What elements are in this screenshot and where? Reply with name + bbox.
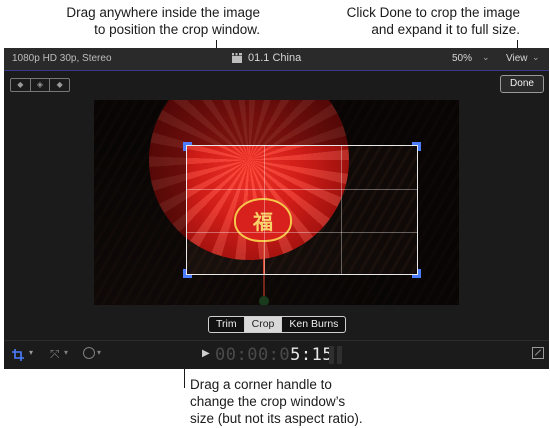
- format-info: 1080p HD 30p, Stereo: [12, 53, 112, 64]
- next-keyframe-button[interactable]: ◆: [49, 79, 69, 91]
- viewer-top-bar: 1080p HD 30p, Stereo 01.1 China 50% ⌄ Vi…: [4, 48, 549, 71]
- chevron-down-icon[interactable]: ▾: [97, 348, 101, 357]
- crop-tool-icon[interactable]: [12, 349, 24, 361]
- mode-ken-burns[interactable]: Ken Burns: [281, 317, 345, 332]
- callout-done-line2: and expand it to full size.: [371, 22, 520, 37]
- crop-window[interactable]: [183, 142, 421, 278]
- callout-corner-handle: Drag a corner handle to change the crop …: [190, 376, 420, 427]
- audio-level-meter: [329, 346, 345, 364]
- timecode-display: 00:00:05:15: [215, 345, 333, 365]
- callout-corner-line1: Drag a corner handle to: [190, 377, 332, 392]
- crop-handle-bottom-right[interactable]: [412, 269, 421, 278]
- chevron-down-icon[interactable]: ⌄: [482, 52, 490, 63]
- speed-tool-icon[interactable]: [83, 347, 95, 359]
- clapper-icon: [232, 53, 242, 63]
- view-menu[interactable]: View: [506, 53, 528, 64]
- callout-drag-crop: Drag anywhere inside the image to positi…: [30, 4, 260, 38]
- crop-handle-bottom-left[interactable]: [183, 269, 192, 278]
- mode-trim[interactable]: Trim: [209, 317, 244, 332]
- transform-tool-icon[interactable]: ⤧: [50, 347, 60, 362]
- callout-drag-crop-line2: to position the crop window.: [94, 22, 260, 37]
- play-icon[interactable]: ▶: [202, 348, 210, 359]
- chevron-down-icon[interactable]: ▾: [29, 348, 33, 357]
- viewer-window: 1080p HD 30p, Stereo 01.1 China 50% ⌄ Vi…: [4, 48, 549, 369]
- chevron-down-icon[interactable]: ⌄: [532, 52, 540, 63]
- callout-done-line1: Click Done to crop the image: [346, 5, 520, 20]
- callout-corner-line2: change the crop window’s: [190, 394, 346, 409]
- clip-title: 01.1 China: [232, 52, 301, 64]
- timecode-leading: 00:00:0: [215, 345, 291, 365]
- crop-mode-switcher: Trim Crop Ken Burns: [208, 316, 347, 333]
- lantern-bead: [259, 296, 269, 305]
- zoom-menu[interactable]: 50%: [452, 53, 472, 64]
- viewer-bottom-bar: ▾ ⤧ ▾ ▾ ▶ 00:00:05:15: [4, 340, 549, 369]
- previous-keyframe-button[interactable]: ◆: [11, 79, 30, 91]
- mode-crop[interactable]: Crop: [243, 317, 282, 332]
- chevron-down-icon[interactable]: ▾: [64, 348, 68, 357]
- callout-drag-crop-line1: Drag anywhere inside the image: [66, 5, 260, 20]
- add-keyframe-button[interactable]: ◈: [29, 79, 50, 91]
- timecode-value: 5:15: [290, 345, 334, 365]
- keyframe-controls: ◆ ◈ ◆: [10, 78, 70, 92]
- callout-corner-line3: size (but not its aspect ratio).: [190, 411, 363, 426]
- fullscreen-icon[interactable]: [532, 347, 544, 359]
- clip-name: 01.1 China: [248, 52, 302, 64]
- crop-handle-top-left[interactable]: [183, 142, 192, 151]
- crop-handle-top-right[interactable]: [412, 142, 421, 151]
- callout-done: Click Done to crop the image and expand …: [290, 4, 520, 38]
- done-button[interactable]: Done: [500, 75, 544, 93]
